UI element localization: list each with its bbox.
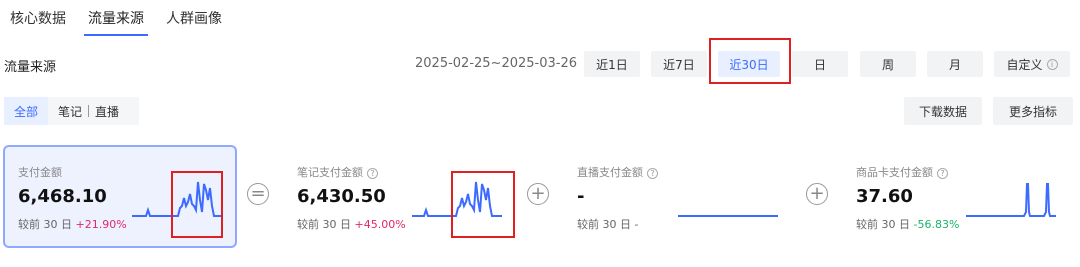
metric-compare: 较前 30 日 -56.83%	[856, 216, 959, 232]
period-7d-button[interactable]: 近7日	[651, 51, 707, 77]
tab-traffic-source[interactable]: 流量来源	[84, 6, 148, 36]
compare-change: -	[634, 218, 639, 231]
content-type-filter: 全部 笔记 直播	[4, 97, 140, 125]
metric-label: 支付金额	[18, 166, 62, 179]
metric-label: 商品卡支付金额?	[856, 164, 948, 180]
metric-label: 直播支付金额?	[577, 164, 658, 180]
metric-label-text: 直播支付金额	[577, 166, 643, 179]
compare-change: -56.83%	[913, 218, 960, 231]
custom-label: 自定义	[1006, 57, 1043, 72]
equals-icon: =	[247, 183, 269, 205]
period-day-button[interactable]: 日	[792, 51, 848, 77]
metric-label-text: 商品卡支付金额	[856, 166, 933, 179]
download-data-button[interactable]: 下载数据	[904, 97, 982, 125]
period-1d-button[interactable]: 近1日	[584, 51, 640, 77]
metric-label: 笔记支付金额?	[297, 164, 378, 180]
compare-prefix: 较前 30 日	[577, 218, 631, 231]
compare-prefix: 较前 30 日	[297, 218, 351, 231]
metric-compare: 较前 30 日 +21.90%	[18, 216, 127, 232]
sparkline-live-payment	[678, 215, 778, 217]
tab-audience-profile[interactable]: 人群画像	[166, 6, 222, 36]
metric-value: -	[577, 186, 585, 207]
filter-live[interactable]: 直播	[89, 97, 129, 125]
question-circle-icon: i	[1046, 58, 1058, 70]
period-week-button[interactable]: 周	[860, 51, 916, 77]
metric-value: 6,430.50	[297, 186, 386, 207]
question-circle-icon[interactable]: ?	[937, 167, 948, 179]
top-tabs: 核心数据 流量来源 人群画像	[10, 6, 222, 36]
filter-notes[interactable]: 笔记	[48, 97, 88, 125]
sparkline-notes-payment	[412, 181, 502, 217]
question-circle-icon[interactable]: ?	[367, 167, 378, 179]
date-range: 2025-02-25~2025-03-26	[415, 56, 577, 71]
compare-prefix: 较前 30 日	[18, 218, 72, 231]
filter-all[interactable]: 全部	[4, 97, 49, 125]
section-title: 流量来源	[4, 60, 57, 75]
compare-change: +45.00%	[354, 218, 406, 231]
tab-core-data[interactable]: 核心数据	[10, 6, 66, 36]
metric-compare: 较前 30 日 -	[577, 216, 638, 232]
metric-label-text: 笔记支付金额	[297, 166, 363, 179]
sparkline-product-card-payment	[966, 183, 1056, 217]
plus-icon: +	[527, 183, 549, 205]
metric-value: 37.60	[856, 186, 913, 207]
period-custom-button[interactable]: 自定义 i	[994, 51, 1070, 77]
metric-compare: 较前 30 日 +45.00%	[297, 216, 406, 232]
question-circle-icon[interactable]: ?	[647, 167, 658, 179]
compare-prefix: 较前 30 日	[856, 218, 910, 231]
metric-value: 6,468.10	[18, 186, 107, 207]
more-metrics-button[interactable]: 更多指标	[993, 97, 1073, 125]
period-30d-button[interactable]: 近30日	[718, 51, 780, 77]
compare-change: +21.90%	[75, 218, 127, 231]
period-month-button[interactable]: 月	[927, 51, 983, 77]
plus-icon: +	[806, 183, 828, 205]
sparkline-payment	[132, 181, 222, 217]
